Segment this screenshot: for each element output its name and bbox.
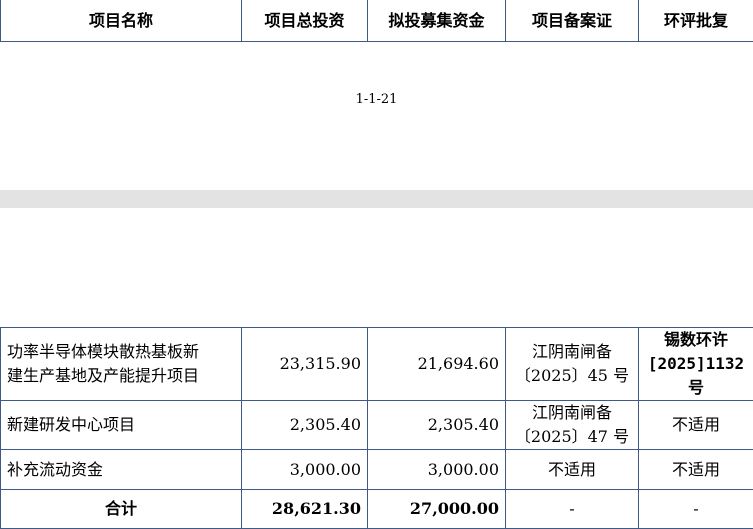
filing-cell: 江阴南闸备 〔2025〕45 号 [506, 328, 639, 401]
page-number: 1-1-21 [0, 92, 753, 107]
header-filing-certificate: 项目备案证 [506, 0, 639, 42]
project-name-cell: 功率半导体模块散热基板新 建生产基地及产能提升项目 [1, 328, 242, 401]
total-investment-sum-cell: 28,621.30 [242, 490, 368, 529]
raised-funds-cell: 21,694.60 [368, 328, 506, 401]
filing-line: 〔2025〕45 号 [512, 364, 632, 388]
filing-cell: 江阴南闸备 〔2025〕47 号 [506, 401, 639, 450]
table-row: 补充流动资金 3,000.00 3,000.00 不适用 不适用 [1, 450, 753, 490]
eia-line: [2025]1132 [645, 352, 747, 376]
eia-line: 锡数环许 [645, 328, 747, 352]
header-row: 项目名称 项目总投资 拟投募集资金 项目备案证 环评批复 [1, 0, 753, 42]
eia-cell: 锡数环许 [2025]1132 号 [639, 328, 753, 401]
eia-cell: 不适用 [639, 450, 753, 490]
raised-funds-cell: 2,305.40 [368, 401, 506, 450]
header-project-name: 项目名称 [1, 0, 242, 42]
page-break-divider [0, 190, 753, 208]
project-name-line: 建生产基地及产能提升项目 [7, 364, 235, 388]
total-investment-cell: 3,000.00 [242, 450, 368, 490]
raised-funds-sum-cell: 27,000.00 [368, 490, 506, 529]
total-investment-cell: 2,305.40 [242, 401, 368, 450]
total-investment-cell: 23,315.90 [242, 328, 368, 401]
eia-cell: 不适用 [639, 401, 753, 450]
filing-line: 〔2025〕47 号 [512, 425, 632, 449]
eia-line: 号 [645, 376, 747, 400]
filing-cell: 不适用 [506, 450, 639, 490]
project-name-line: 功率半导体模块散热基板新 [7, 340, 235, 364]
total-label-cell: 合计 [1, 490, 242, 529]
table-row: 功率半导体模块散热基板新 建生产基地及产能提升项目 23,315.90 21,6… [1, 328, 753, 401]
header-raised-funds: 拟投募集资金 [368, 0, 506, 42]
header-eia-approval: 环评批复 [639, 0, 753, 42]
filing-line: 江阴南闸备 [512, 401, 632, 425]
raised-funds-cell: 3,000.00 [368, 450, 506, 490]
filing-line: 江阴南闸备 [512, 340, 632, 364]
investment-table: 功率半导体模块散热基板新 建生产基地及产能提升项目 23,315.90 21,6… [0, 327, 753, 529]
table-header: 项目名称 项目总投资 拟投募集资金 项目备案证 环评批复 [0, 0, 753, 42]
table-row: 新建研发中心项目 2,305.40 2,305.40 江阴南闸备 〔2025〕4… [1, 401, 753, 450]
filing-cell: - [506, 490, 639, 529]
header-total-investment: 项目总投资 [242, 0, 368, 42]
eia-cell: - [639, 490, 753, 529]
total-row: 合计 28,621.30 27,000.00 - - [1, 490, 753, 529]
project-name-cell: 新建研发中心项目 [1, 401, 242, 450]
project-name-cell: 补充流动资金 [1, 450, 242, 490]
